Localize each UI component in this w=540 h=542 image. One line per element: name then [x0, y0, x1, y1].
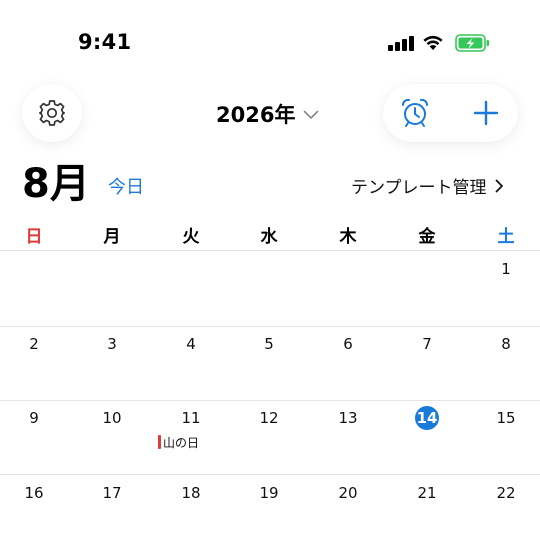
- day-cell[interactable]: 13: [328, 408, 368, 428]
- today-button[interactable]: 今日: [108, 173, 144, 199]
- weekday-tue: 火: [182, 227, 200, 247]
- battery-charging-icon: [455, 34, 489, 52]
- weekday-wed: 水: [260, 227, 278, 247]
- day-cell[interactable]: 2: [14, 334, 54, 354]
- day-cell[interactable]: 18: [171, 483, 211, 503]
- day-cell[interactable]: 17: [92, 483, 132, 503]
- chevron-right-icon: [495, 179, 503, 192]
- day-cell[interactable]: 12: [249, 408, 289, 428]
- year-label: 2026年: [216, 103, 296, 127]
- holiday-marker: [158, 435, 161, 449]
- gear-icon: [38, 100, 66, 126]
- day-cell[interactable]: 11: [171, 408, 211, 428]
- day-cell[interactable]: 22: [486, 483, 526, 503]
- day-cell[interactable]: 15: [486, 408, 526, 428]
- day-cell[interactable]: 19: [249, 483, 289, 503]
- settings-button[interactable]: [22, 84, 82, 142]
- day-cell[interactable]: 7: [407, 334, 447, 354]
- divider: [0, 250, 540, 251]
- year-selector[interactable]: 2026年: [216, 100, 319, 128]
- day-cell[interactable]: 20: [328, 483, 368, 503]
- month-title: 8月: [22, 161, 90, 207]
- day-cell[interactable]: 5: [249, 334, 289, 354]
- day-cell[interactable]: 9: [14, 408, 54, 428]
- weekday-mon: 月: [103, 227, 121, 247]
- plus-icon[interactable]: [471, 98, 501, 128]
- day-cell[interactable]: 6: [328, 334, 368, 354]
- weekday-thu: 木: [339, 227, 357, 247]
- wifi-icon: [423, 35, 443, 50]
- divider: [0, 326, 540, 327]
- holiday-event[interactable]: 山の日: [158, 434, 199, 450]
- day-cell[interactable]: 1: [486, 259, 526, 279]
- weekday-sat: 土: [497, 227, 515, 247]
- alarm-clock-icon[interactable]: [399, 97, 431, 129]
- day-cell[interactable]: 3: [92, 334, 132, 354]
- day-cell[interactable]: 10: [92, 408, 132, 428]
- divider: [0, 474, 540, 475]
- weekday-header: 日 月 火 水 木 金 土: [0, 222, 540, 248]
- chevron-down-icon: [304, 110, 319, 119]
- divider: [0, 400, 540, 401]
- day-cell-today[interactable]: 14: [407, 408, 447, 428]
- status-time: 9:41: [78, 30, 132, 54]
- day-cell[interactable]: 4: [171, 334, 211, 354]
- template-manager-link[interactable]: テンプレート管理: [351, 173, 504, 198]
- weekday-fri: 金: [418, 227, 436, 247]
- holiday-label: 山の日: [163, 435, 200, 450]
- weekday-sun: 日: [25, 227, 43, 247]
- cellular-signal-icon: [388, 35, 414, 51]
- day-cell[interactable]: 16: [14, 483, 54, 503]
- day-cell[interactable]: 8: [486, 334, 526, 354]
- header-actions: [383, 84, 518, 142]
- template-manager-label: テンプレート管理: [351, 178, 487, 198]
- day-cell[interactable]: 21: [407, 483, 447, 503]
